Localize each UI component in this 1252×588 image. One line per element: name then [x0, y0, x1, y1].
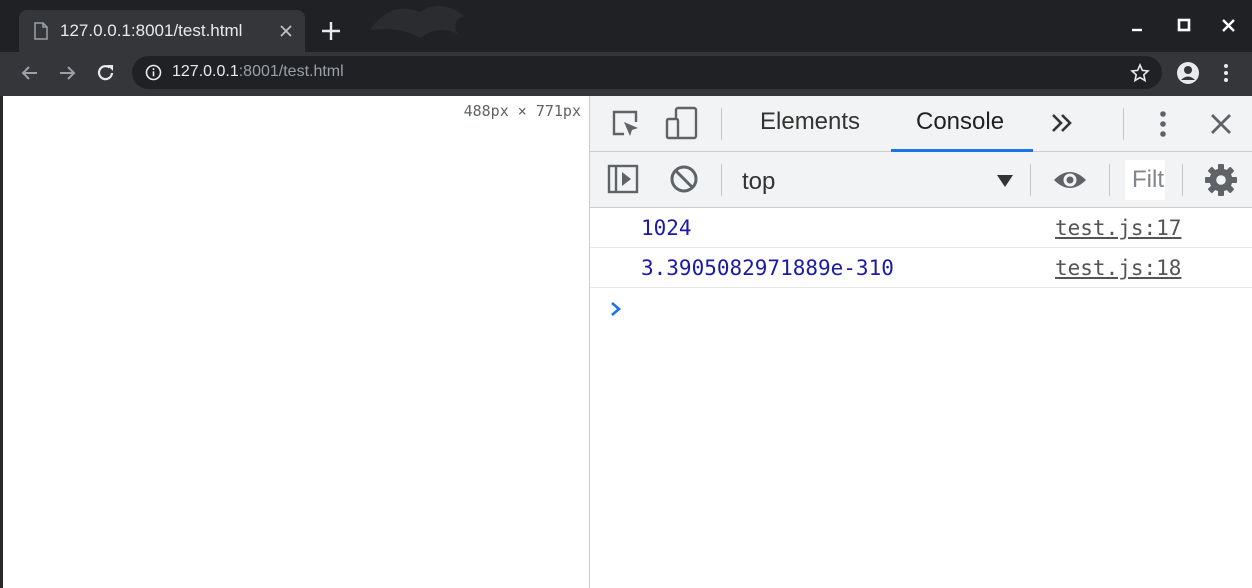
- address-bar[interactable]: 127.0.0.1:8001/test.html: [132, 56, 1162, 89]
- console-message-value[interactable]: 1024: [641, 216, 692, 240]
- tab-console-label: Console: [916, 108, 1005, 135]
- context-selector-value: top: [742, 168, 776, 195]
- tab-elements[interactable]: Elements: [760, 96, 860, 152]
- device-toolbar-icon[interactable]: [665, 106, 699, 140]
- separator: [721, 164, 722, 196]
- filter-input[interactable]: [1125, 160, 1165, 200]
- more-tabs-icon[interactable]: [1050, 112, 1074, 134]
- plus-icon[interactable]: [320, 20, 342, 42]
- browser-titlebar: 127.0.0.1:8001/test.html: [0, 0, 1252, 52]
- dragon-watermark-icon: [370, 5, 465, 38]
- eye-icon[interactable]: [1052, 166, 1088, 194]
- tab-console[interactable]: Console: [891, 96, 1033, 152]
- console-message-source-link[interactable]: test.js:18: [1055, 256, 1181, 280]
- back-arrow-icon[interactable]: [19, 62, 41, 84]
- kebab-menu-icon[interactable]: [1153, 108, 1173, 140]
- browser-toolbar: 127.0.0.1:8001/test.html: [0, 52, 1252, 94]
- context-selector[interactable]: top: [740, 160, 1014, 200]
- minimize-icon[interactable]: [1128, 16, 1148, 36]
- prompt-chevron-icon: [611, 302, 621, 316]
- console-message-value[interactable]: 3.3905082971889e-310: [641, 256, 894, 280]
- tab-title: 127.0.0.1:8001/test.html: [60, 21, 243, 40]
- viewport-dimensions-label: 488px × 771px: [463, 102, 581, 120]
- page-viewport[interactable]: 488px × 771px: [3, 96, 589, 588]
- separator: [1109, 164, 1110, 196]
- close-icon[interactable]: [1209, 112, 1233, 136]
- reload-icon[interactable]: [95, 62, 117, 84]
- maximize-icon[interactable]: [1174, 16, 1194, 36]
- dropdown-arrow-icon: [997, 175, 1013, 187]
- page-icon: [34, 22, 48, 40]
- clear-console-icon[interactable]: [669, 164, 699, 194]
- console-toolbar: top: [590, 152, 1252, 208]
- star-icon[interactable]: [1130, 63, 1150, 83]
- account-icon[interactable]: [1176, 61, 1200, 85]
- url-path: :8001/test.html: [238, 63, 344, 80]
- kebab-menu-icon[interactable]: [1218, 62, 1234, 84]
- devtools-panel: Elements Console top Filter 1024 test.js…: [589, 96, 1252, 588]
- forward-arrow-icon[interactable]: [56, 62, 78, 84]
- separator: [1030, 164, 1031, 196]
- console-prompt[interactable]: [590, 288, 1252, 332]
- devtools-tab-bar: Elements Console: [590, 96, 1252, 152]
- separator: [1182, 164, 1183, 196]
- url-text[interactable]: 127.0.0.1:8001/test.html: [172, 63, 344, 81]
- console-output[interactable]: 1024 test.js:17 3.3905082971889e-310 tes…: [590, 208, 1252, 588]
- console-message: 1024 test.js:17: [590, 208, 1252, 248]
- inspect-element-icon[interactable]: [610, 108, 642, 140]
- separator: [1123, 108, 1124, 140]
- separator: [721, 108, 722, 140]
- gear-icon[interactable]: [1204, 163, 1238, 197]
- info-icon[interactable]: [145, 64, 162, 81]
- window-close-icon[interactable]: [1219, 16, 1239, 36]
- sidebar-toggle-icon[interactable]: [607, 164, 639, 194]
- console-message-source-link[interactable]: test.js:17: [1055, 216, 1181, 240]
- browser-tab[interactable]: 127.0.0.1:8001/test.html: [19, 10, 305, 52]
- close-icon[interactable]: [278, 23, 294, 39]
- url-host: 127.0.0.1: [172, 63, 239, 80]
- console-message: 3.3905082971889e-310 test.js:18: [590, 248, 1252, 288]
